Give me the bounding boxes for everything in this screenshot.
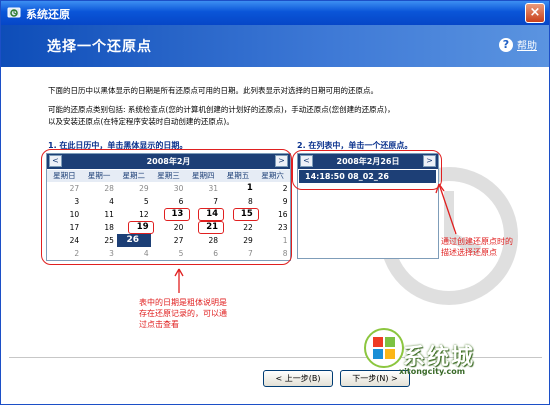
xitongcity-logo-icon [364,328,404,368]
calendar-annotation-line-1: 表中的日期是粗体说明是 [139,298,227,307]
calendar-annotation-line-2: 存在还原记录的，可以通 [139,309,227,318]
system-restore-window: 系统还原 × 选择一个还原点 ? 帮助 下面的日历中以黑体显示的日期是所有还原点… [0,0,550,405]
list-annotation-line-1: 通过创建还原点时的 [441,237,513,246]
calendar-annotation-line-3: 过点击查看 [139,320,179,329]
logo-url: xitongcity.com [399,367,466,376]
back-button[interactable]: < 上一步(B) [263,370,333,387]
list-annotation-line-2: 描述选择还原点 [441,248,497,257]
